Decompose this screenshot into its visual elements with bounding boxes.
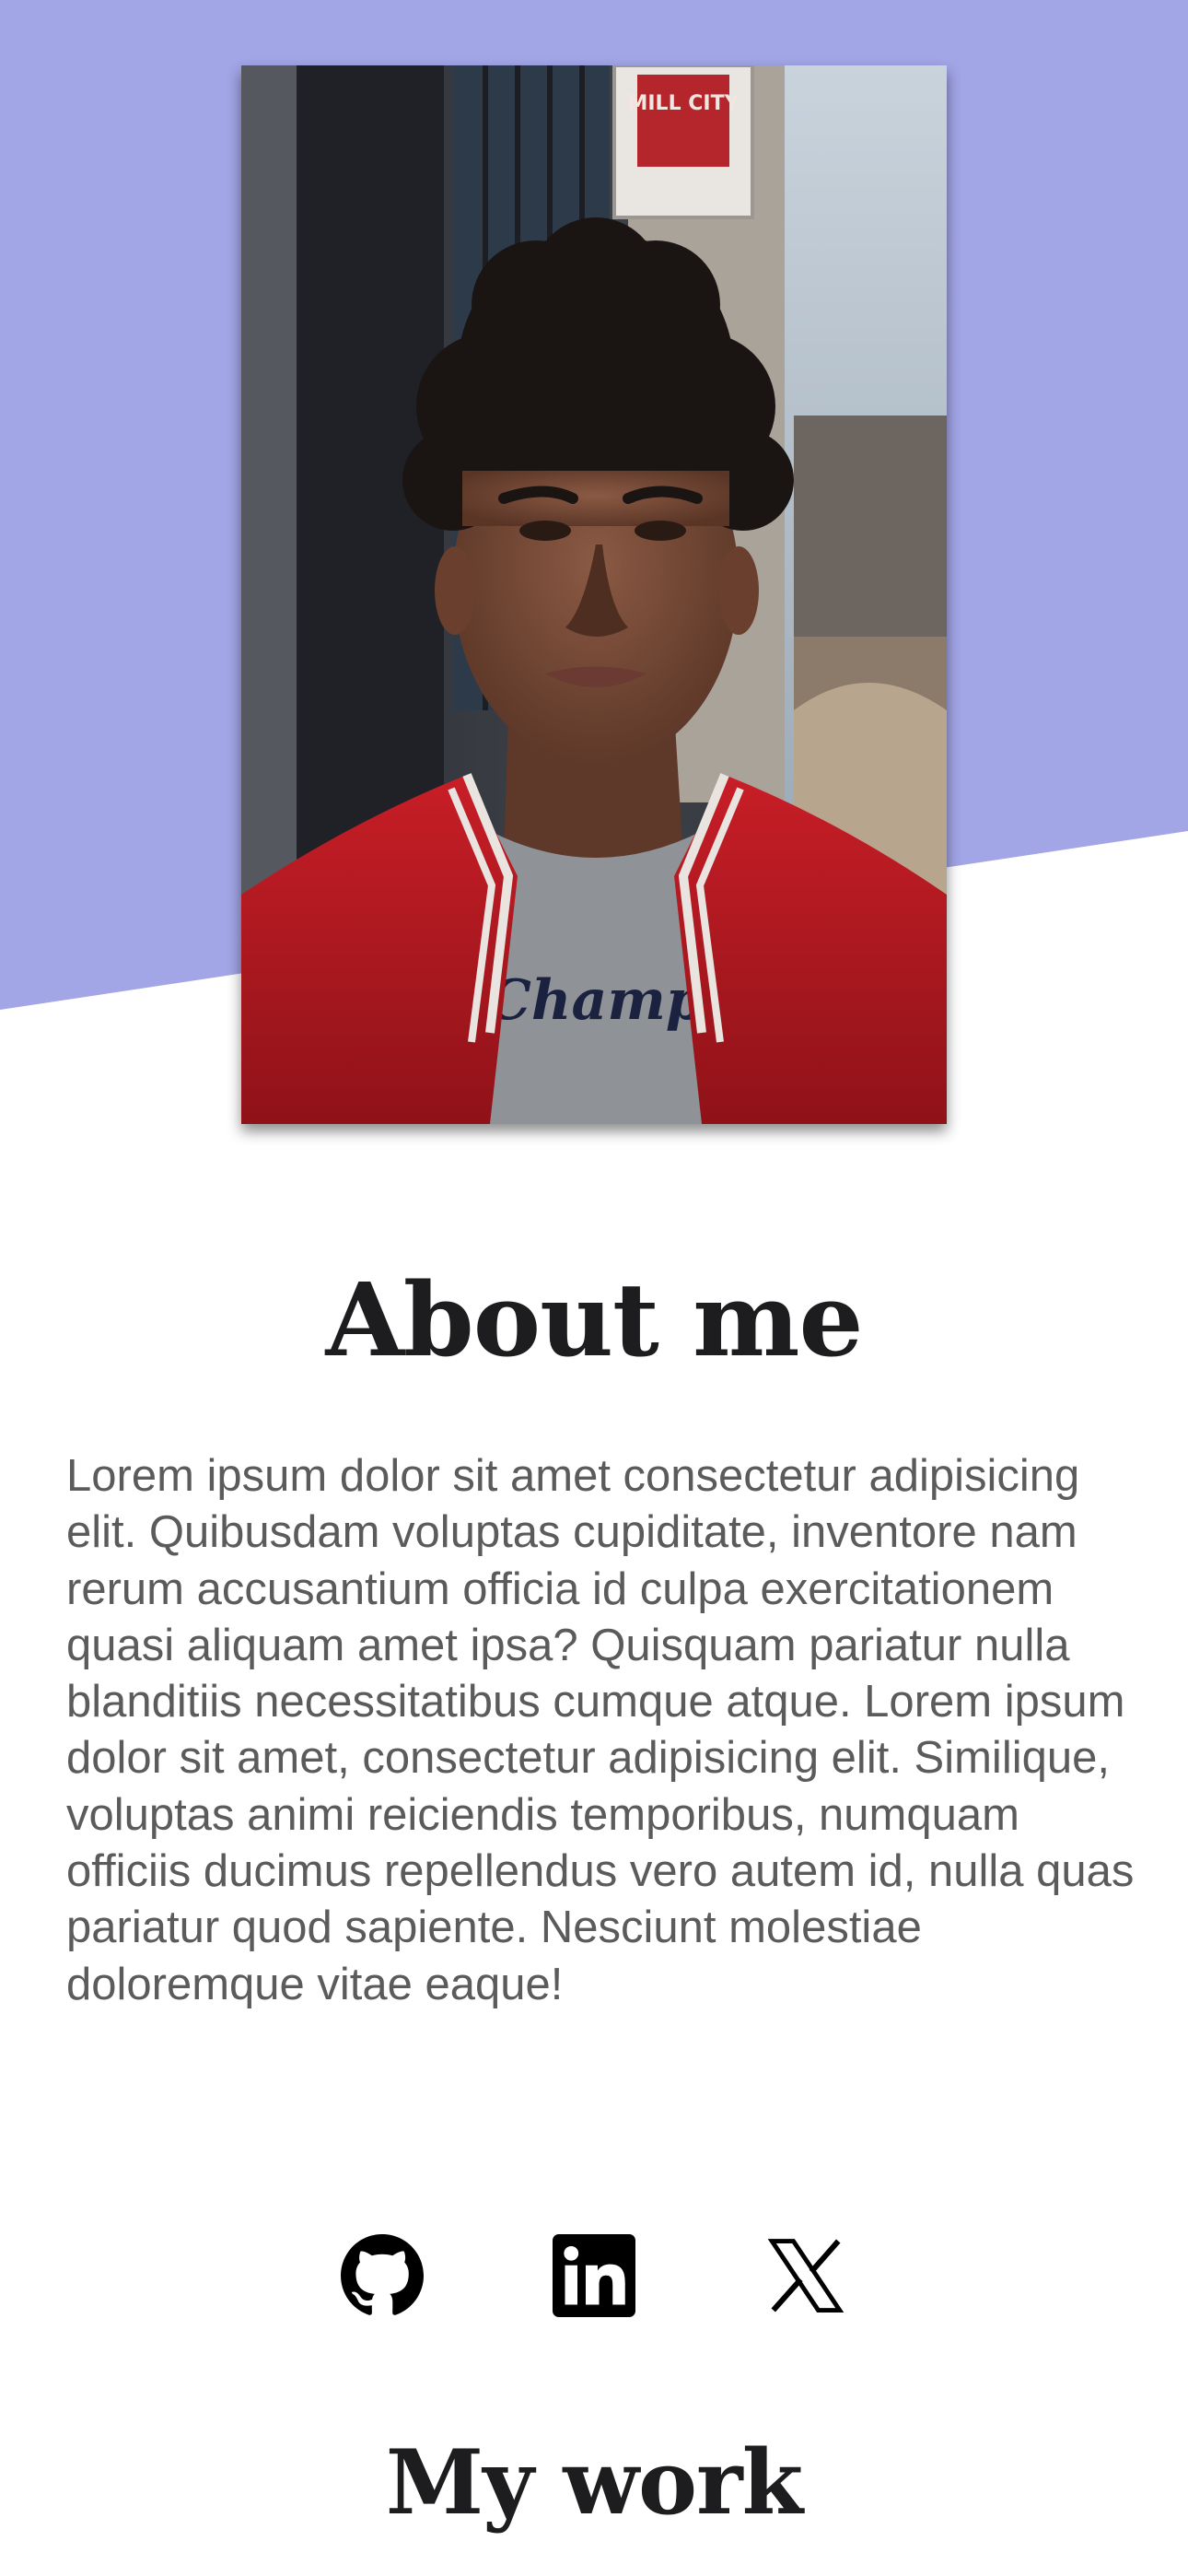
x-icon — [767, 2239, 844, 2313]
x-twitter-link[interactable] — [764, 2234, 847, 2317]
my-work-heading: My work — [385, 2430, 803, 2535]
about-heading: About me — [325, 1260, 863, 1379]
github-link[interactable] — [341, 2234, 424, 2317]
linkedin-link[interactable] — [553, 2234, 635, 2317]
sign-text: MILL CITY — [627, 92, 740, 115]
shirt-text: Champ — [487, 968, 705, 1033]
github-icon — [341, 2234, 424, 2315]
about-paragraph: Lorem ipsum dolor sit amet consectetur a… — [66, 1451, 1135, 2009]
linkedin-icon — [553, 2234, 635, 2317]
profile-photo: MILL CITY Champ — [241, 65, 947, 1124]
social-links — [0, 2234, 1188, 2317]
